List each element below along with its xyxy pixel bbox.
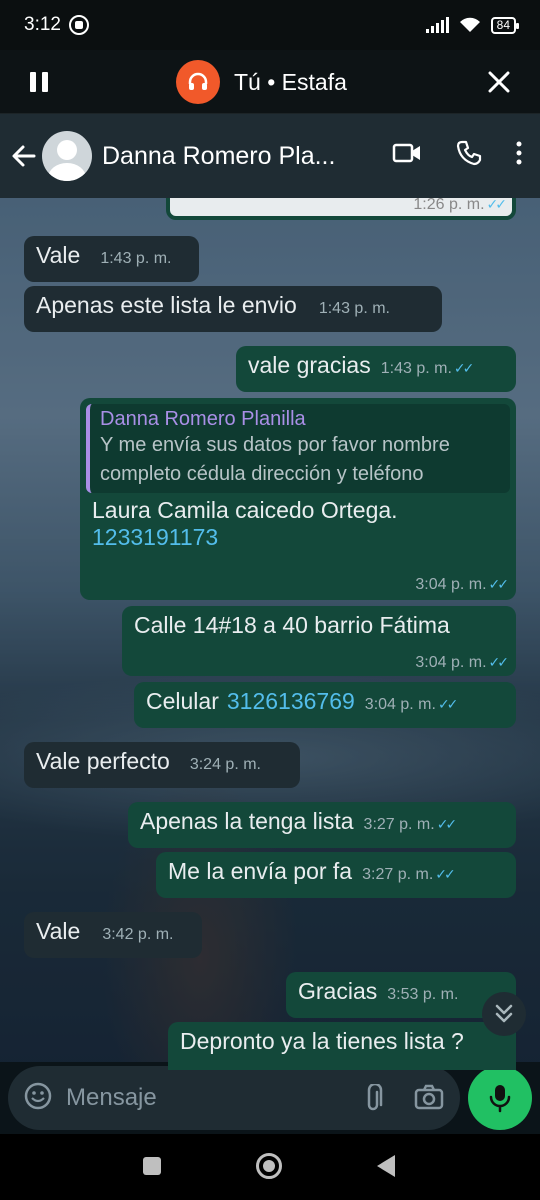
message-time: 1:26 p. m. (413, 198, 485, 213)
battery-icon: 84 (490, 16, 520, 34)
status-bar: 3:12 84 (0, 0, 540, 50)
message-text: Depronto ya la tienes lista ? (180, 1028, 464, 1054)
system-nav-bar (0, 1134, 540, 1200)
read-ticks-icon: ✓✓ (437, 696, 459, 712)
message-time: 3:04 p. m. (415, 576, 487, 593)
avatar[interactable] (42, 131, 92, 181)
message-outgoing[interactable]: vale gracias 1:43 p. m. ✓✓ (236, 346, 516, 392)
signal-icon (425, 17, 449, 33)
video-call-icon[interactable] (392, 141, 422, 170)
message-time: 1:43 p. m. (380, 360, 452, 377)
back-arrow-icon[interactable] (10, 142, 38, 170)
message-outgoing[interactable]: Celular 3126136769 3:04 p. m. ✓✓ (134, 682, 516, 728)
message-time: 1:43 p. m. (100, 250, 172, 267)
message-text: Apenas la tenga lista (140, 808, 354, 834)
message-time: 3:53 p. m. (387, 986, 459, 1003)
message-time: 3:04 p. m. (415, 654, 487, 671)
read-ticks-icon: ✓✓ (486, 198, 508, 212)
close-icon[interactable] (484, 67, 514, 97)
phone-number-link[interactable]: 3126136769 (227, 688, 355, 715)
message-time: 1:43 p. m. (318, 300, 390, 317)
quoted-author: Danna Romero Planilla (100, 408, 306, 430)
read-ticks-icon: ✓✓ (488, 576, 510, 592)
more-vert-icon[interactable] (516, 141, 522, 170)
message-input[interactable]: Mensaje (8, 1066, 460, 1130)
scroll-to-bottom-button[interactable] (482, 992, 526, 1036)
message-text: Calle 14#18 a 40 barrio Fátima (134, 612, 450, 638)
phone-number-link[interactable]: 1233191173 (92, 524, 504, 551)
message-time: 3:42 p. m. (102, 926, 174, 943)
message-time: 3:04 p. m. (364, 696, 436, 713)
message-time: 3:24 p. m. (189, 756, 261, 773)
call-title: Tú • Estafa (234, 68, 347, 95)
read-ticks-icon: ✓✓ (435, 866, 456, 882)
message-text: Laura Camila caicedo Ortega. (92, 497, 398, 523)
emoji-icon[interactable] (24, 1082, 52, 1115)
message-outgoing[interactable]: Depronto ya la tienes lista ? (168, 1022, 516, 1070)
contact-name[interactable]: Danna Romero Pla... (102, 142, 335, 171)
pause-icon[interactable] (24, 67, 54, 97)
message-outgoing-reply[interactable]: Danna Romero Planilla Y me envía sus dat… (80, 398, 516, 600)
phone-icon[interactable] (456, 140, 482, 171)
message-incoming[interactable]: Apenas este lista le envio 1:43 p. m. (24, 286, 442, 332)
read-ticks-icon: ✓✓ (453, 360, 475, 376)
message-input-placeholder: Mensaje (66, 1084, 157, 1111)
call-info[interactable]: Tú • Estafa (176, 60, 347, 104)
message-incoming[interactable]: Vale 3:42 p. m. (24, 912, 202, 958)
message-text: Apenas este lista le envio (36, 292, 297, 318)
message-outgoing[interactable]: 1:26 p. m. ✓✓ (166, 198, 516, 220)
message-text: Celular (146, 688, 219, 714)
message-outgoing[interactable]: Me la envía por fa 3:27 p. m. ✓✓ (156, 852, 516, 898)
chat-area[interactable]: 1:26 p. m. ✓✓ Vale 1:43 p. m. Apenas est… (0, 198, 540, 1070)
mic-icon[interactable] (468, 1066, 532, 1130)
read-ticks-icon: ✓✓ (436, 816, 458, 832)
message-text: vale gracias (248, 352, 371, 378)
back-button[interactable] (377, 1155, 395, 1177)
message-time: 3:27 p. m. (363, 816, 435, 833)
message-text: Vale (36, 918, 81, 944)
quoted-message[interactable]: Danna Romero Planilla Y me envía sus dat… (86, 404, 510, 493)
message-text: Gracias (298, 978, 378, 1004)
quoted-text: Y me envía sus datos por favor nombre co… (100, 434, 450, 485)
status-time: 3:12 (24, 14, 61, 35)
camera-icon[interactable] (414, 1084, 444, 1119)
chat-header: Danna Romero Pla... (0, 114, 540, 198)
attach-icon[interactable] (362, 1082, 384, 1119)
headset-icon (176, 60, 220, 104)
message-outgoing[interactable]: Apenas la tenga lista 3:27 p. m. ✓✓ (128, 802, 516, 848)
recents-button[interactable] (143, 1157, 161, 1175)
ongoing-call-banner[interactable]: Tú • Estafa (0, 50, 540, 114)
message-text: Vale (36, 242, 81, 268)
whatsapp-icon (68, 15, 89, 35)
message-text: Me la envía por fa (168, 858, 353, 884)
message-incoming[interactable]: Vale perfecto 3:24 p. m. (24, 742, 300, 788)
message-outgoing[interactable]: Calle 14#18 a 40 barrio Fátima 3:04 p. m… (122, 606, 516, 676)
message-composer: Mensaje (0, 1062, 540, 1134)
message-incoming[interactable]: Vale 1:43 p. m. (24, 236, 199, 282)
read-ticks-icon: ✓✓ (488, 654, 510, 670)
message-time: 3:27 p. m. (362, 866, 434, 883)
message-text: Vale perfecto (36, 748, 170, 774)
wifi-icon (459, 17, 481, 33)
home-button[interactable] (256, 1153, 282, 1179)
